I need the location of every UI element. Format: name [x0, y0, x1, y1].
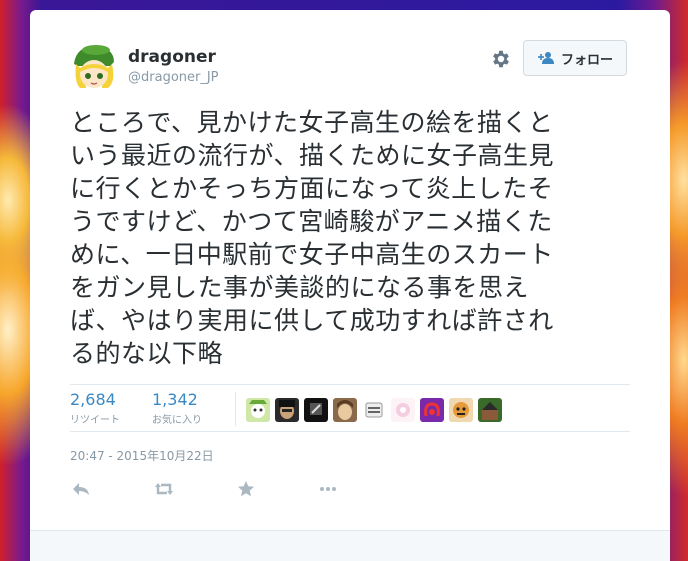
- more-icon[interactable]: [317, 478, 339, 500]
- liker-avatar[interactable]: [362, 398, 386, 422]
- like-count[interactable]: 1,342 お気に入り: [152, 390, 202, 426]
- display-name[interactable]: dragoner: [128, 47, 216, 67]
- retweet-count[interactable]: 2,684 リツイート: [70, 390, 120, 426]
- stats-separator: [235, 392, 236, 426]
- liker-avatar[interactable]: [275, 398, 299, 422]
- add-user-icon: [537, 51, 555, 65]
- reply-area: [30, 530, 670, 561]
- tweet-text-line: めに、一日中駅前で女子中高生のスカート: [70, 240, 554, 269]
- retweet-count-value: 2,684: [70, 390, 116, 409]
- liker-avatar[interactable]: [420, 398, 444, 422]
- tweet-actions: [70, 478, 400, 500]
- tweet-timestamp[interactable]: 20:47 - 2015年10月22日: [70, 447, 214, 464]
- tweet-text: ところで、見かけた女子高生の絵を描くと いう最近の流行が、描くために女子高生見 …: [70, 106, 630, 370]
- liker-avatar[interactable]: [304, 398, 328, 422]
- reply-icon[interactable]: [70, 478, 92, 500]
- follow-button[interactable]: フォロー: [523, 40, 627, 76]
- follow-button-label: フォロー: [560, 52, 613, 68]
- tweet-card: dragoner @dragoner_JP フォロー ところで、見かけた女子高生…: [30, 10, 670, 561]
- liker-avatar[interactable]: [391, 398, 415, 422]
- tweet-text-line: うですけど、かつて宮崎駿がアニメ描くた: [70, 207, 553, 236]
- retweet-icon[interactable]: [153, 478, 175, 500]
- divider: [70, 384, 630, 385]
- tweet-text-line: いう最近の流行が、描くために女子高生見: [70, 141, 555, 170]
- like-count-value: 1,342: [152, 390, 198, 409]
- like-count-label: お気に入り: [152, 415, 202, 426]
- star-icon[interactable]: [235, 478, 257, 500]
- liker-avatar[interactable]: [478, 398, 502, 422]
- retweet-count-label: リツイート: [70, 415, 120, 426]
- liker-avatars: [246, 398, 502, 422]
- liker-avatar[interactable]: [449, 398, 473, 422]
- liker-avatar[interactable]: [246, 398, 270, 422]
- divider: [70, 431, 630, 432]
- gear-icon[interactable]: [490, 48, 512, 70]
- tweet-text-line: ば、やはり実用に供して成功すれば許され: [70, 306, 554, 335]
- liker-avatar[interactable]: [333, 398, 357, 422]
- tweet-text-line: をガン見した事が美談的になる事を思え: [70, 273, 530, 302]
- tweet-text-line: に行くとかそっち方面になって炎上したそ: [70, 174, 554, 203]
- user-handle[interactable]: @dragoner_JP: [128, 70, 219, 85]
- avatar[interactable]: [70, 42, 118, 90]
- tweet-text-line: る的な以下略: [70, 339, 224, 368]
- tweet-text-line: ところで、見かけた女子高生の絵を描くと: [70, 108, 554, 137]
